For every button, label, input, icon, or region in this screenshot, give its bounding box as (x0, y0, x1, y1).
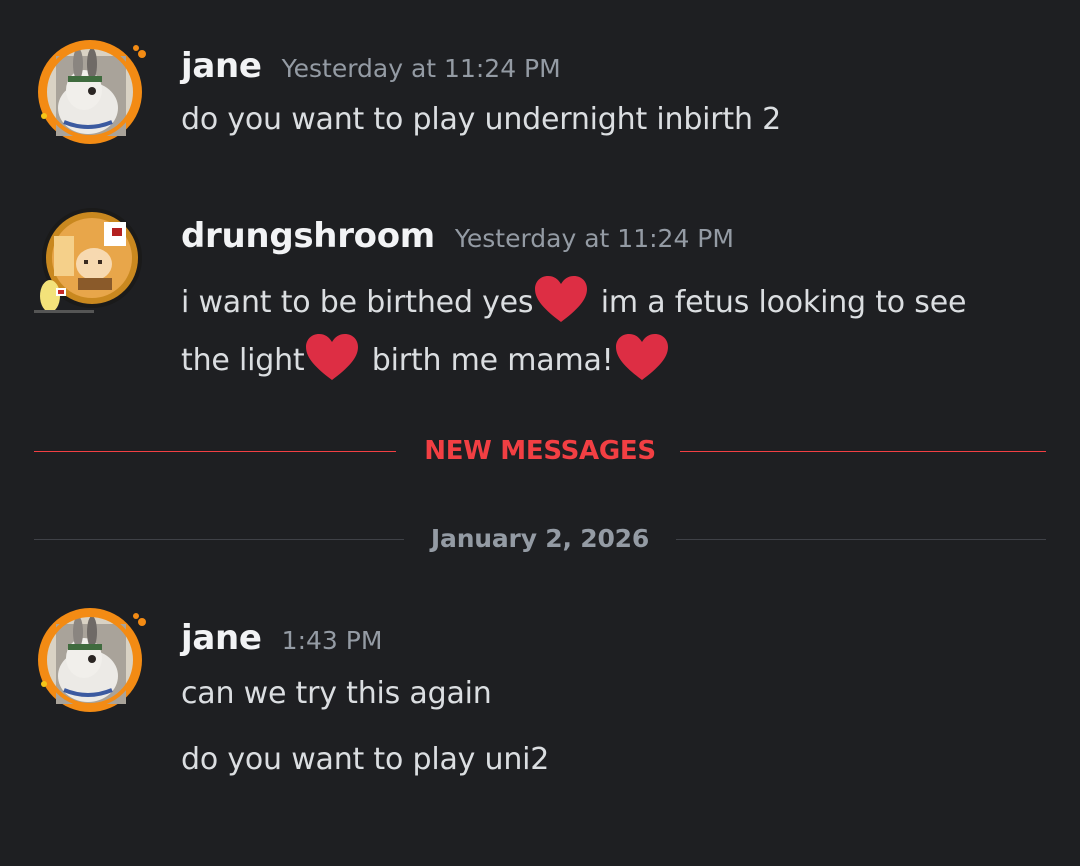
message-text-line: the light birth me mama! (181, 332, 672, 382)
message-text: do you want to play undernight inbirth 2 (181, 102, 782, 137)
red-heart-emoji-icon[interactable] (533, 274, 589, 324)
message-text-line: i want to be birthed yes im a fetus look… (181, 274, 966, 324)
message-header: drungshroom Yesterday at 11:24 PM (181, 216, 734, 256)
timestamp: Yesterday at 11:24 PM (454, 224, 734, 253)
divider-line (34, 539, 404, 540)
username[interactable]: jane (181, 618, 262, 658)
message-text: can we try this again (181, 676, 492, 711)
timestamp: Yesterday at 11:24 PM (281, 54, 561, 83)
date-divider: January 2, 2026 (34, 519, 1046, 559)
message-text: the light (181, 343, 305, 378)
message-text: i want to be birthed yes (181, 285, 534, 320)
username[interactable]: drungshroom (181, 216, 435, 256)
divider-line (680, 451, 1046, 452)
new-messages-label: NEW MESSAGES (424, 436, 656, 466)
message-text: birth me mama! (362, 343, 614, 378)
message-header: jane Yesterday at 11:24 PM (181, 46, 561, 86)
avatar[interactable] (34, 206, 146, 318)
red-heart-emoji-icon[interactable] (304, 332, 360, 382)
message-text: im a fetus looking to see (591, 285, 967, 320)
message-text: do you want to play uni2 (181, 742, 550, 777)
new-messages-divider: NEW MESSAGES (34, 431, 1046, 471)
avatar[interactable] (34, 604, 146, 716)
username[interactable]: jane (181, 46, 262, 86)
avatar[interactable] (34, 36, 146, 148)
divider-line (34, 451, 396, 452)
message-header: jane 1:43 PM (181, 618, 382, 658)
timestamp: 1:43 PM (281, 626, 383, 655)
date-label: January 2, 2026 (430, 524, 650, 553)
divider-line (676, 539, 1046, 540)
red-heart-emoji-icon[interactable] (614, 332, 670, 382)
